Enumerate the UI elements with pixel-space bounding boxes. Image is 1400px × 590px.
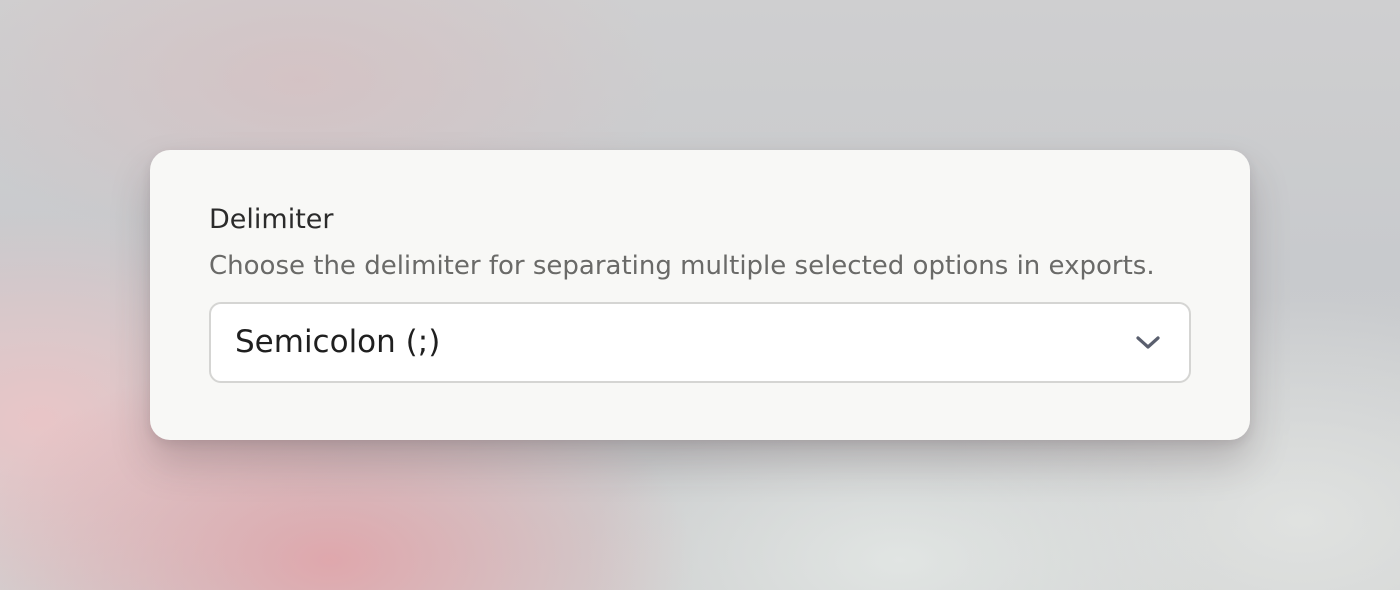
chevron-down-icon [1136, 336, 1160, 349]
delimiter-label: Delimiter [209, 204, 334, 235]
page-background: { "setting": { "label": "Delimiter", "de… [0, 0, 1400, 590]
delimiter-select-value: Semicolon (;) [235, 324, 441, 360]
delimiter-description: Choose the delimiter for separating mult… [209, 251, 1155, 281]
delimiter-settings-card: Delimiter Choose the delimiter for separ… [150, 150, 1250, 440]
delimiter-select[interactable]: Semicolon (;) [209, 302, 1191, 383]
